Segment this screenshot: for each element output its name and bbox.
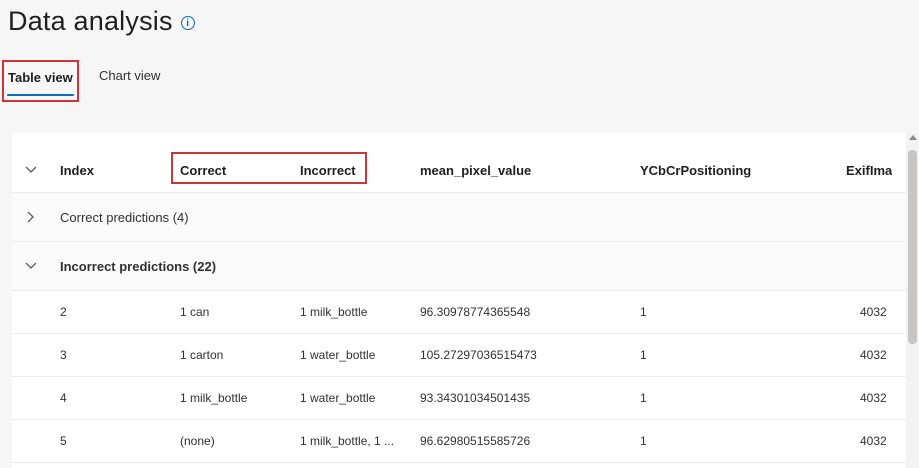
cell-incorrect: 1 milk_bottle, 1 ... — [300, 434, 395, 448]
tab-chart-view[interactable]: Chart view — [99, 60, 160, 100]
cell-mean-pixel-value: 105.27297036515473 — [420, 348, 537, 362]
page-title: Data analysis — [8, 6, 173, 36]
group-row-incorrect-predictions[interactable]: Incorrect predictions (22) — [12, 242, 906, 291]
cell-correct: 1 can — [180, 305, 210, 319]
cell-correct: 1 carton — [180, 348, 224, 362]
scroll-up-arrow-icon[interactable] — [909, 135, 917, 140]
column-header-exif-ima[interactable]: ExifIma — [846, 148, 892, 192]
column-header-ycbcr-positioning[interactable]: YCbCrPositioning — [640, 148, 751, 192]
cell-exif-ima: 4032 — [860, 305, 887, 319]
data-table: Index Correct Incorrect mean_pixel_value… — [12, 133, 906, 468]
cell-incorrect: 1 water_bottle — [300, 391, 376, 405]
column-header-index[interactable]: Index — [60, 148, 94, 192]
cell-exif-ima: 4032 — [860, 391, 887, 405]
cell-ycbcr-positioning: 1 — [640, 348, 647, 362]
data-analysis-page: Data analysis i Table view Chart view In… — [0, 0, 919, 468]
chevron-down-icon[interactable] — [24, 242, 38, 290]
cell-index: 2 — [60, 305, 67, 319]
table-row[interactable]: 3 1 carton 1 water_bottle 105.2729703651… — [12, 334, 906, 377]
cell-incorrect: 1 milk_bottle — [300, 305, 368, 319]
group-label-incorrect-predictions: Incorrect predictions (22) — [60, 258, 217, 274]
cell-exif-ima: 4032 — [860, 348, 887, 362]
collapse-all-chevron-down-icon[interactable] — [24, 148, 38, 192]
table-header-row: Index Correct Incorrect mean_pixel_value… — [12, 148, 906, 193]
scrollbar-thumb[interactable] — [908, 150, 917, 344]
cell-correct: (none) — [180, 434, 215, 448]
tab-table-view-label: Table view — [8, 70, 73, 85]
column-header-incorrect[interactable]: Incorrect — [300, 148, 356, 192]
table-row[interactable]: 5 (none) 1 milk_bottle, 1 ... 96.6298051… — [12, 420, 906, 463]
chevron-right-icon[interactable] — [24, 193, 38, 241]
tab-selected-indicator — [7, 94, 74, 96]
group-label-correct-predictions: Correct predictions (4) — [60, 209, 189, 225]
cell-ycbcr-positioning: 1 — [640, 305, 647, 319]
vertical-scrollbar[interactable] — [906, 133, 919, 468]
cell-ycbcr-positioning: 1 — [640, 391, 647, 405]
info-icon[interactable]: i — [180, 16, 195, 30]
column-header-correct[interactable]: Correct — [180, 148, 226, 192]
group-row-correct-predictions[interactable]: Correct predictions (4) — [12, 193, 906, 242]
title-row: Data analysis i — [8, 6, 195, 37]
cell-index: 4 — [60, 391, 67, 405]
table-row[interactable]: 2 1 can 1 milk_bottle 96.30978774365548 … — [12, 291, 906, 334]
table-row[interactable]: 4 1 milk_bottle 1 water_bottle 93.343010… — [12, 377, 906, 420]
cell-ycbcr-positioning: 1 — [640, 434, 647, 448]
cell-incorrect: 1 water_bottle — [300, 348, 376, 362]
cell-exif-ima: 4032 — [860, 434, 887, 448]
tab-table-view[interactable]: Table view — [2, 60, 79, 102]
cell-mean-pixel-value: 96.62980515585726 — [420, 434, 531, 448]
cell-mean-pixel-value: 93.34301034501435 — [420, 391, 531, 405]
cell-index: 3 — [60, 348, 67, 362]
column-header-mean-pixel-value[interactable]: mean_pixel_value — [420, 148, 531, 192]
view-tabs: Table view Chart view — [0, 60, 160, 106]
tab-chart-view-label: Chart view — [99, 68, 161, 83]
cell-index: 5 — [60, 434, 67, 448]
cell-correct: 1 milk_bottle — [180, 391, 248, 405]
cell-mean-pixel-value: 96.30978774365548 — [420, 305, 531, 319]
